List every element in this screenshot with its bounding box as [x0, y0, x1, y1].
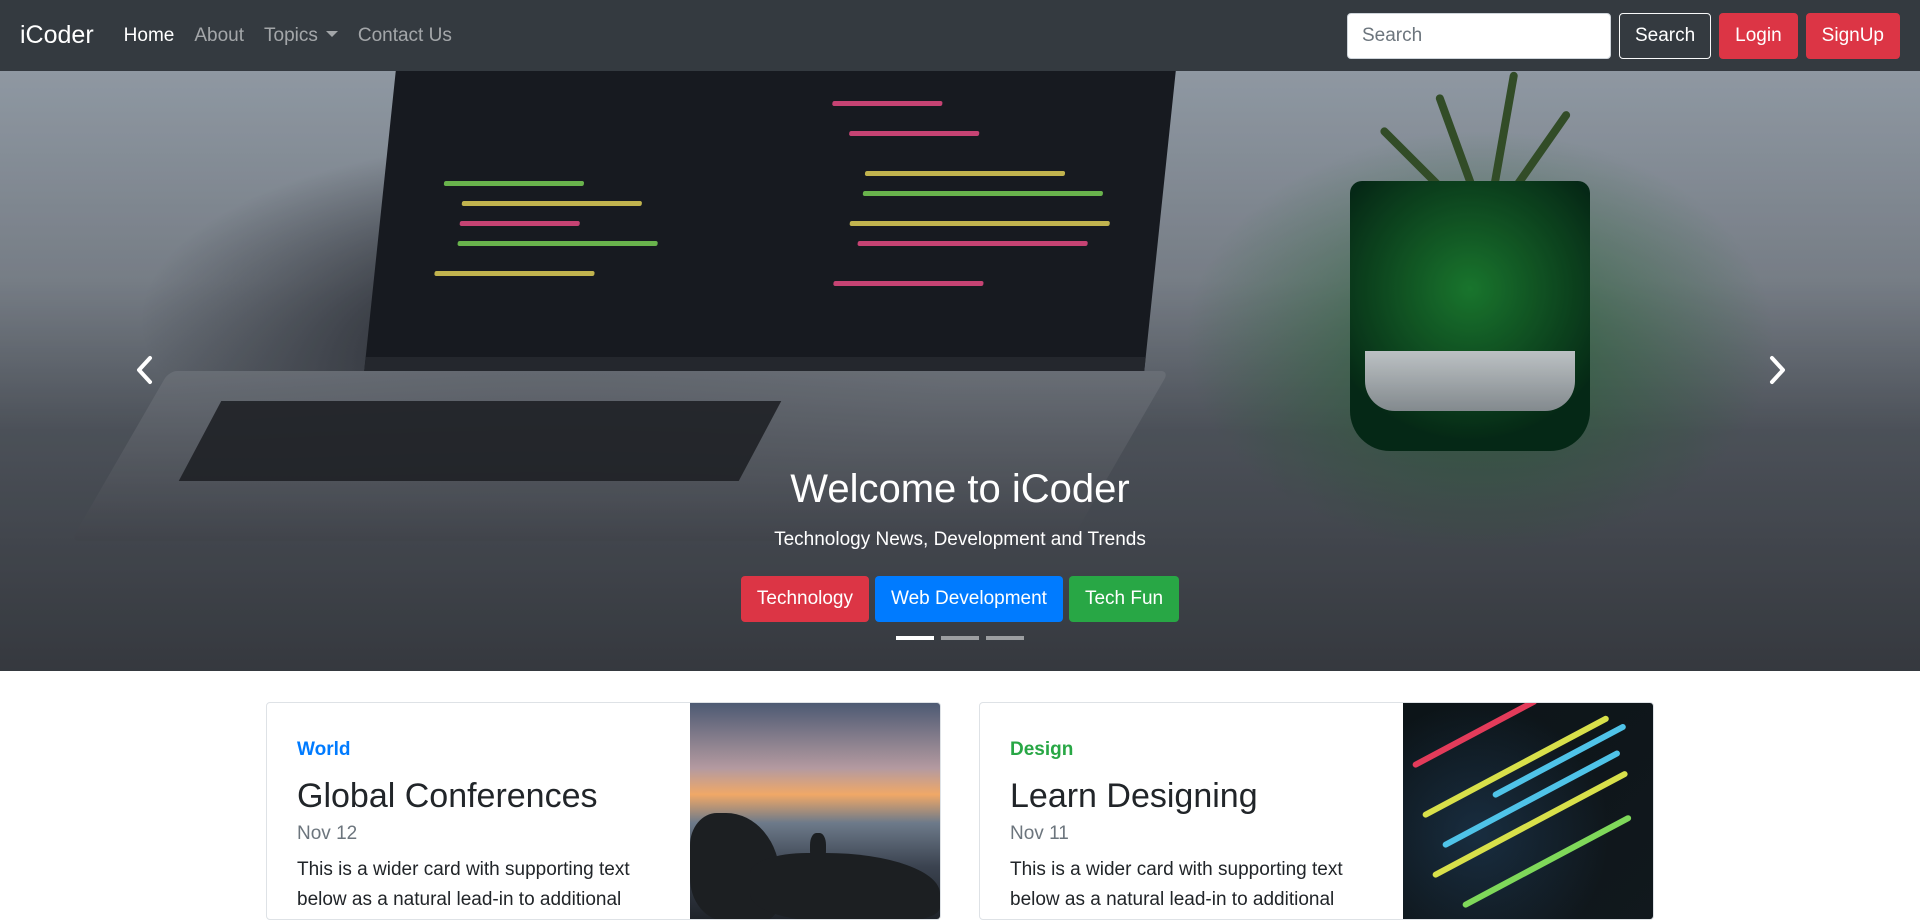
- carousel-indicator-1[interactable]: [896, 636, 934, 640]
- card-title: Learn Designing: [1010, 777, 1258, 815]
- nav-link-topics-label: Topics: [264, 24, 318, 46]
- nav-search-group: Search Login SignUp: [1346, 12, 1900, 59]
- card-title: Global Conferences: [297, 777, 598, 815]
- nav-link-home[interactable]: Home: [124, 25, 175, 47]
- chevron-right-icon: [1770, 356, 1785, 384]
- search-input[interactable]: [1346, 12, 1611, 59]
- signup-button[interactable]: SignUp: [1805, 12, 1900, 59]
- carousel-indicator-2[interactable]: [941, 636, 979, 640]
- technology-button[interactable]: Technology: [740, 576, 869, 622]
- card-text: This is a wider card with supporting tex…: [297, 859, 630, 910]
- card-text: This is a wider card with supporting tex…: [1010, 859, 1343, 910]
- carousel-indicator-3[interactable]: [986, 636, 1024, 640]
- hero-carousel: Welcome to iCoder Technology News, Devel…: [0, 71, 1920, 671]
- carousel-next-button[interactable]: [1762, 355, 1792, 385]
- nav-link-contact[interactable]: Contact Us: [358, 25, 452, 47]
- login-button[interactable]: Login: [1719, 12, 1798, 59]
- hero-buttons: Technology Web Development Tech Fun: [0, 576, 1920, 622]
- brand-logo[interactable]: iCoder: [20, 21, 94, 50]
- tech-fun-button[interactable]: Tech Fun: [1068, 576, 1180, 622]
- nav-links: Home About Topics Contact Us: [124, 25, 452, 47]
- nav-dropdown-topics[interactable]: Topics: [264, 25, 338, 47]
- chevron-left-icon: [137, 356, 152, 384]
- caret-down-icon: [325, 30, 338, 37]
- card-category: World: [297, 739, 351, 760]
- card-image-seascape: [690, 703, 940, 919]
- hero-subtitle: Technology News, Development and Trends: [774, 529, 1146, 550]
- nav-link-about[interactable]: About: [194, 25, 244, 47]
- carousel-indicators: [0, 636, 1920, 640]
- card-category: Design: [1010, 739, 1074, 760]
- article-card-world: World Global Conferences Nov 12 This is …: [266, 702, 941, 920]
- navbar: iCoder Home About Topics Contact Us Sear…: [0, 0, 1920, 71]
- card-date: Nov 11: [1010, 823, 1069, 844]
- carousel-prev-button[interactable]: [130, 355, 160, 385]
- card-date: Nov 12: [297, 823, 358, 844]
- search-button[interactable]: Search: [1618, 12, 1712, 59]
- card-image-code: [1403, 703, 1653, 919]
- article-card-design: Design Learn Designing Nov 11 This is a …: [979, 702, 1654, 920]
- web-development-button[interactable]: Web Development: [875, 576, 1063, 622]
- hero-title: Welcome to iCoder: [790, 467, 1130, 511]
